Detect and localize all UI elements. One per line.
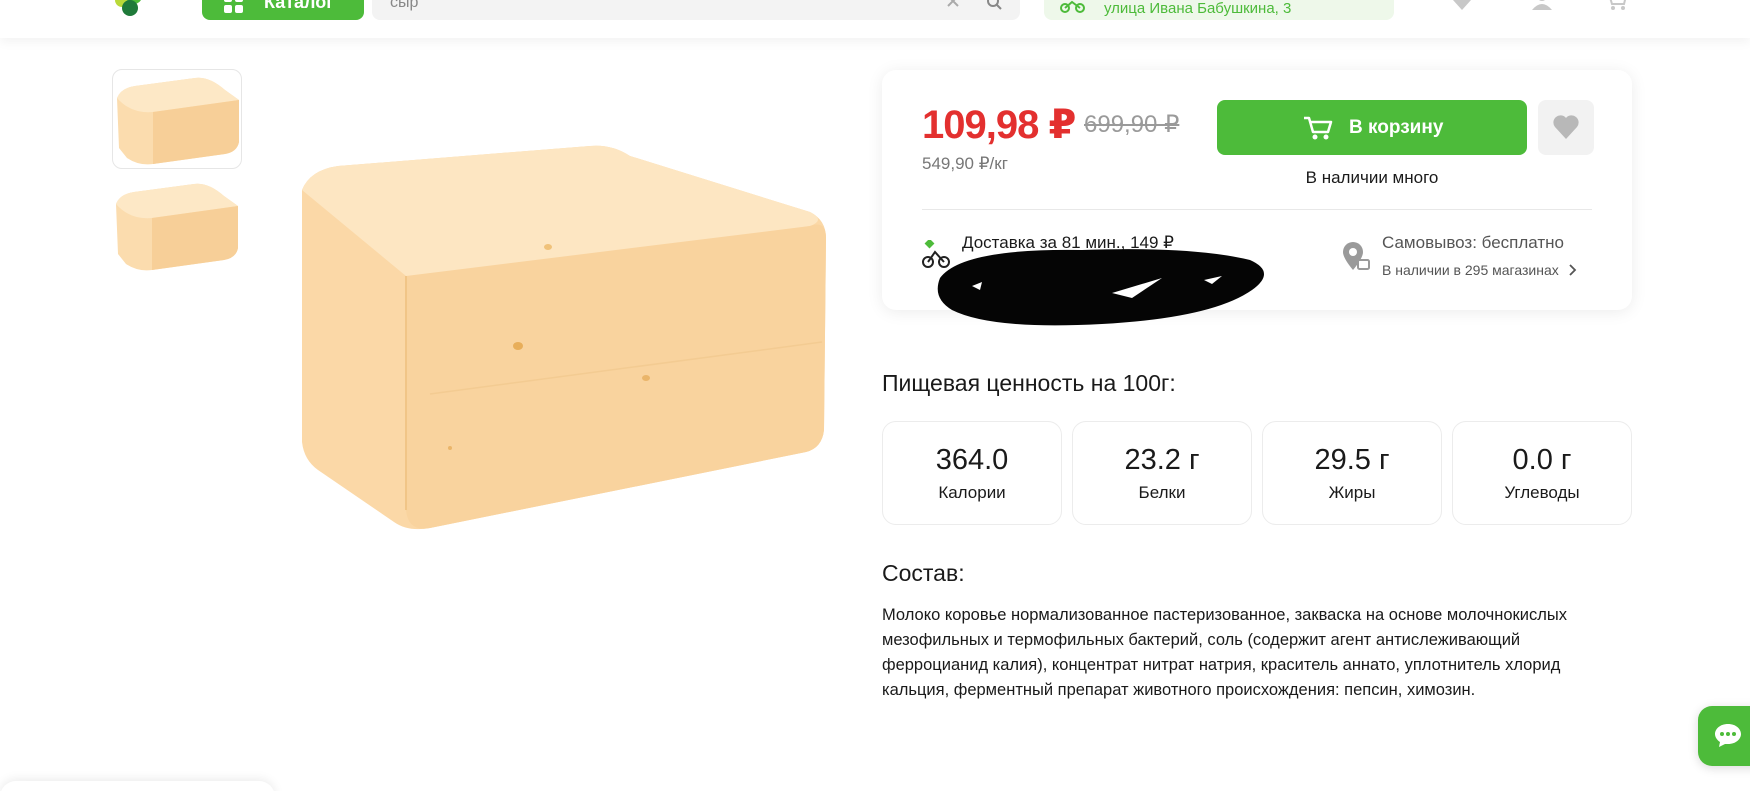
- pickup-icon: [1342, 242, 1370, 277]
- nutrition-value: 29.5 г: [1314, 444, 1390, 476]
- courier-icon: [1060, 0, 1086, 19]
- cheese-image: [290, 130, 850, 550]
- redaction-mark: [932, 238, 1272, 333]
- nutrition-label: Калории: [938, 483, 1006, 502]
- heart-icon: [1552, 114, 1580, 145]
- nutrition-label: Жиры: [1328, 483, 1376, 502]
- price-card: 109,98 ₽ 699,90 ₽ 549,90 ₽/кг В корзину …: [882, 70, 1632, 326]
- chat-button[interactable]: [1698, 706, 1750, 766]
- nutrition-value: 0.0 г: [1512, 444, 1572, 476]
- profile-icon[interactable]: [1530, 0, 1554, 10]
- favorites-icon[interactable]: [1450, 0, 1474, 10]
- add-to-favorites-button[interactable]: [1538, 100, 1594, 155]
- nutrition-card-fat: 29.5 г Жиры: [1262, 421, 1442, 525]
- composition-title: Состав:: [882, 560, 965, 586]
- bottom-panel: [0, 781, 275, 791]
- old-price: 699,90 ₽: [1084, 111, 1180, 138]
- pickup-stores-label: В наличии в 295 магазинах: [1382, 262, 1559, 278]
- current-price: 109,98 ₽: [922, 103, 1076, 147]
- search-icon[interactable]: [986, 0, 1002, 15]
- pickup-stores-link[interactable]: В наличии в 295 магазинах: [1382, 262, 1577, 278]
- nutrition-title: Пищевая ценность на 100г:: [882, 370, 1176, 396]
- cart-icon: [1303, 115, 1333, 147]
- catalog-button[interactable]: Каталог: [202, 0, 364, 20]
- price-per-kg: 549,90 ₽/кг: [922, 154, 1008, 173]
- search-value: сыр: [390, 0, 419, 11]
- delivery-address[interactable]: улица Ивана Бабушкина, 3: [1044, 0, 1394, 20]
- catalog-label: Каталог: [264, 0, 334, 12]
- chevron-right-icon: [1563, 262, 1577, 278]
- nutrition-card-carbs: 0.0 г Углеводы: [1452, 421, 1632, 525]
- site-header: Каталог сыр улица Ивана Бабушкина, 3: [0, 0, 1750, 38]
- nutrition-value: 364.0: [935, 444, 1009, 476]
- logo-icon[interactable]: [110, 0, 154, 18]
- nutrition-value: 23.2 г: [1124, 444, 1200, 476]
- add-to-cart-label: В корзину: [1349, 117, 1444, 138]
- composition-text: Молоко коровье нормализованное пастеризо…: [882, 606, 1567, 699]
- add-to-cart-button[interactable]: В корзину: [1217, 100, 1527, 155]
- cheese-thumbnail-1[interactable]: [112, 69, 242, 169]
- stock-status: В наличии много: [1305, 168, 1439, 187]
- catalog-icon: [224, 0, 244, 14]
- cart-icon[interactable]: [1604, 0, 1628, 10]
- chat-icon: [1714, 722, 1742, 753]
- nutrition-label: Белки: [1138, 483, 1186, 502]
- address-text: улица Ивана Бабушкина, 3: [1104, 0, 1292, 17]
- clear-icon[interactable]: [946, 0, 960, 13]
- nutrition-label: Углеводы: [1504, 483, 1580, 502]
- nutrition-card-calories: 364.0 Калории: [882, 421, 1062, 525]
- search-input[interactable]: сыр: [372, 0, 1020, 20]
- nutrition-card-protein: 23.2 г Белки: [1072, 421, 1252, 525]
- pickup-title: Самовывоз: бесплатно: [1382, 233, 1564, 252]
- divider: [922, 209, 1592, 210]
- cheese-thumbnail-2[interactable]: [112, 178, 242, 278]
